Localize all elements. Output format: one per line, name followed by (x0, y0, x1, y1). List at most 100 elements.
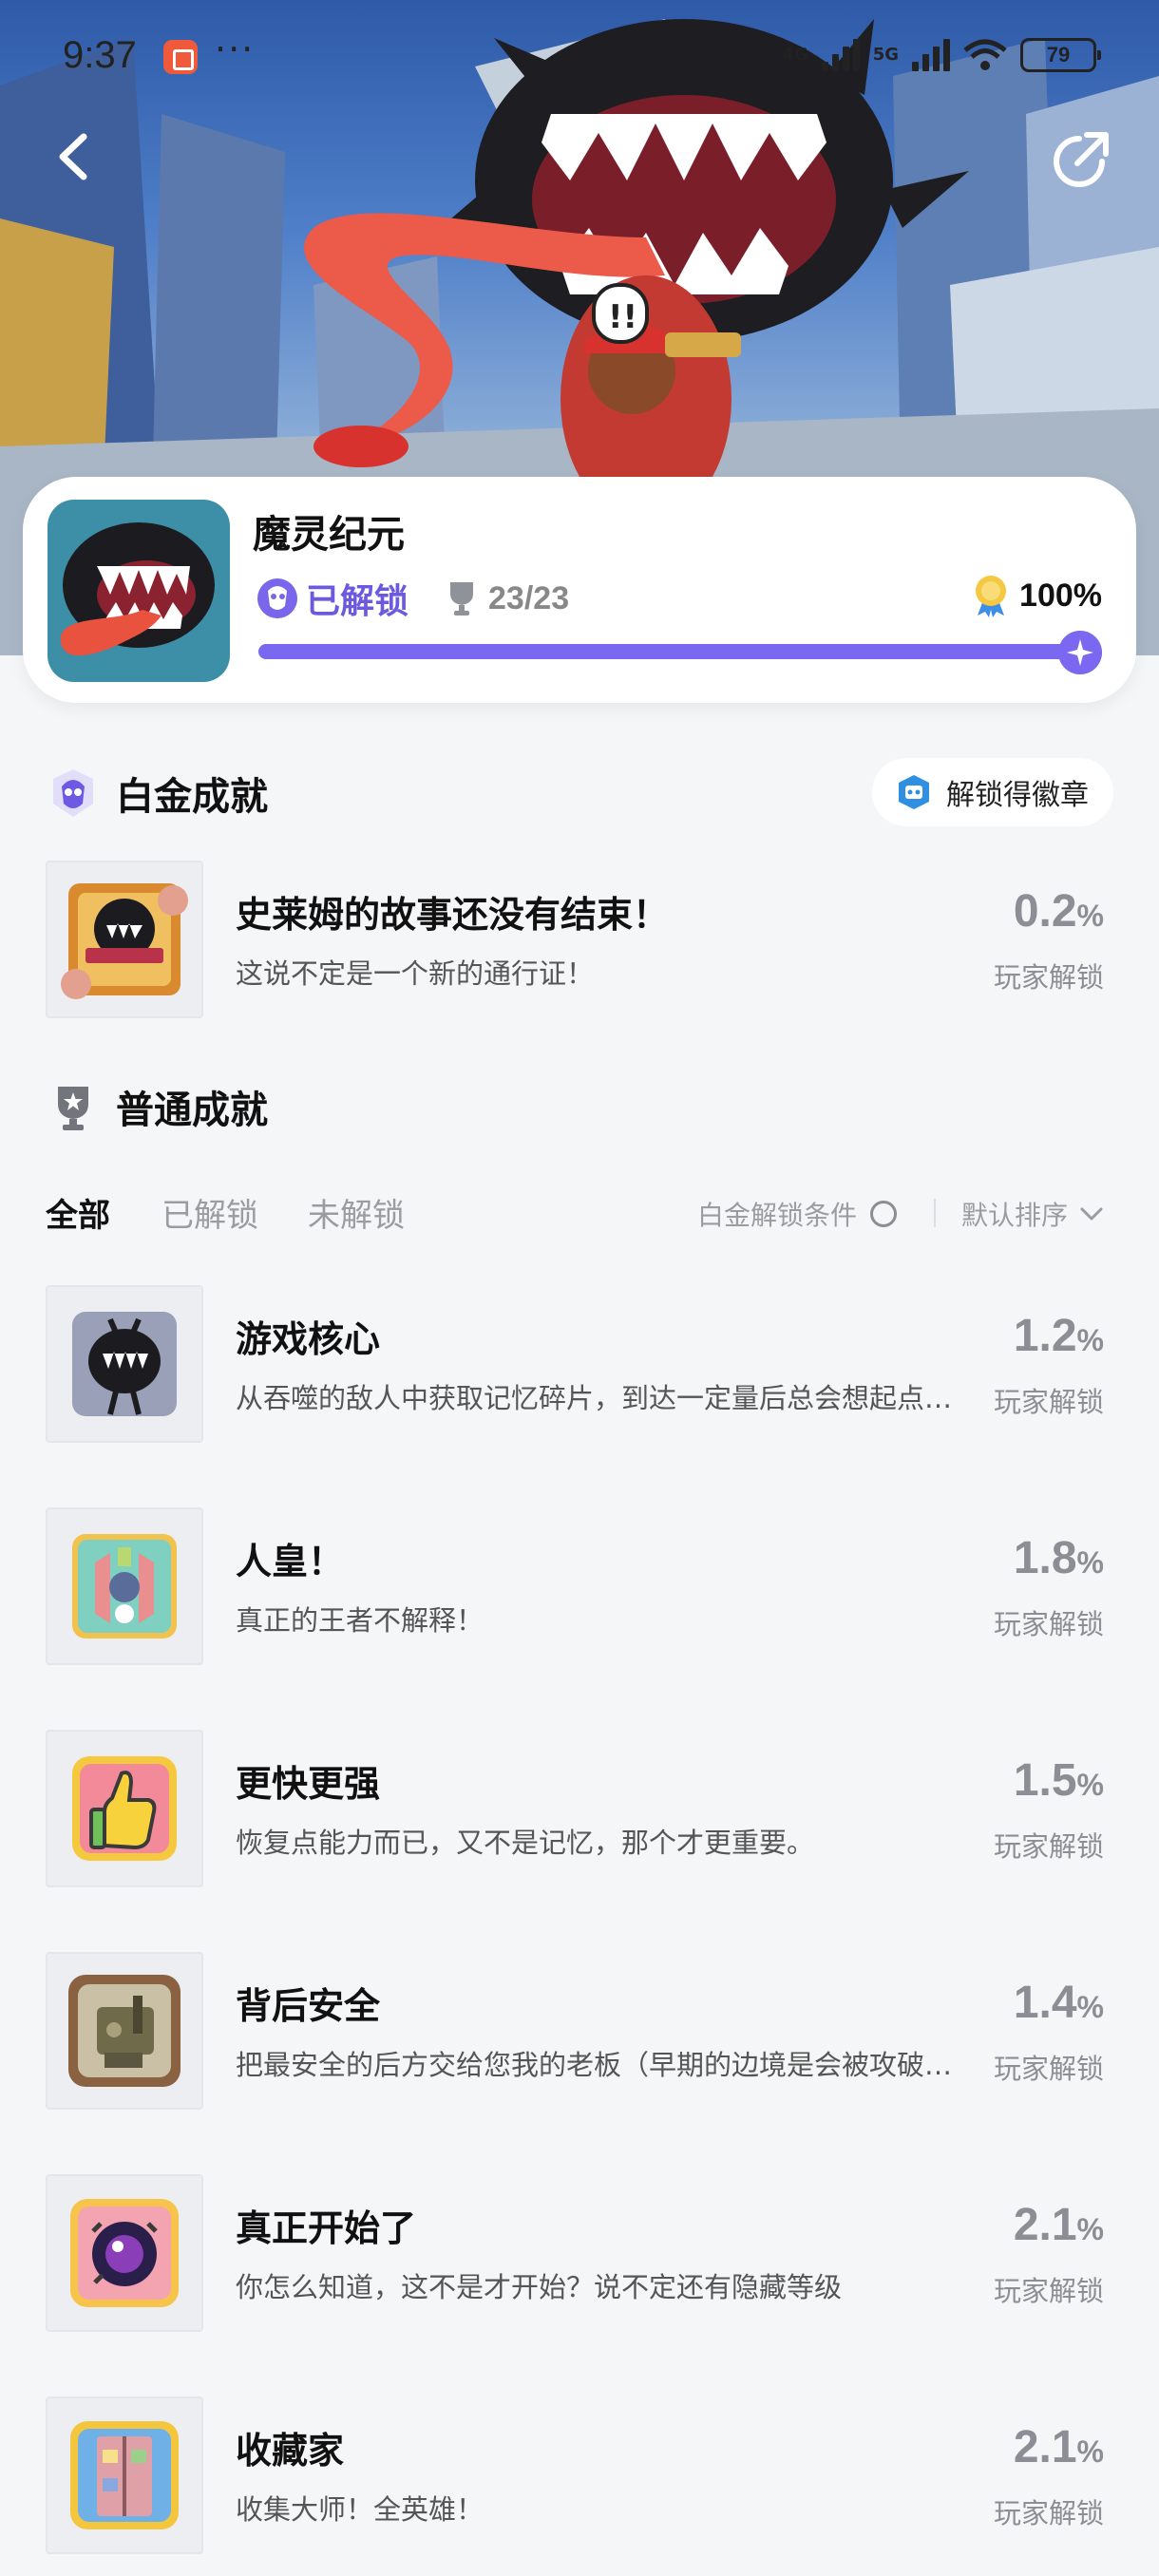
normal-section-header: 普通成就 (46, 1079, 268, 1134)
rate-unit: % (1076, 1768, 1104, 1802)
battery-icon: 79 (1020, 38, 1101, 72)
rate-unit: % (1076, 1990, 1104, 2024)
svg-text:!!: !! (608, 298, 637, 336)
rate-value: 1.5 (1013, 1755, 1077, 1806)
unlock-status: 已解锁 (306, 582, 409, 621)
rate-value: 1.8 (1013, 1533, 1077, 1583)
achievement-thumbnail (46, 1507, 203, 1665)
slime-ticket-icon (61, 883, 188, 999)
achievement-rate-caption: 玩家解锁 (993, 1608, 1104, 1640)
trophy-count: 23/23 (488, 579, 570, 616)
robot-badge-icon (899, 775, 929, 809)
platinum-section-title: 白金成就 (116, 775, 268, 819)
completion-progress-bar (258, 644, 1085, 659)
game-icon[interactable] (48, 500, 230, 682)
achievement-row[interactable]: 背后安全 把最安全的后方交给您我的老板（早期的边境是会被攻破的） 1.4% 玩家… (46, 1952, 1113, 2110)
achievement-unlock-rate: 1.2% (1014, 1310, 1104, 1362)
tab-locked[interactable]: 未解锁 (308, 1189, 405, 1236)
achievement-name: 史莱姆的故事还没有结束！ (236, 894, 670, 936)
achievement-name: 真正开始了 (236, 2207, 417, 2249)
achievement-name: 游戏核心 (236, 1318, 381, 1360)
rate-unit: % (1076, 2212, 1104, 2246)
medal-icon (976, 576, 1007, 617)
unlock-badge-label: 解锁得徽章 (946, 779, 1089, 812)
unlock-badge-button[interactable]: 解锁得徽章 (872, 758, 1113, 826)
tab-all[interactable]: 全部 (46, 1189, 110, 1236)
radio-circle-icon (870, 1201, 898, 1227)
achievement-rate-caption: 玩家解锁 (993, 2497, 1104, 2529)
sort-label: 默认排序 (961, 1200, 1069, 1231)
rate-unit: % (1076, 1545, 1104, 1580)
sparkle-icon (1058, 631, 1102, 674)
achievement-thumbnail (46, 861, 203, 1018)
completion-summary: 100% (972, 574, 1102, 617)
platinum-badge-icon (257, 578, 297, 618)
signal-2-icon (912, 39, 950, 71)
achievement-unlock-rate: 2.1% (1014, 2199, 1104, 2251)
rate-unit: % (1076, 899, 1104, 933)
achievement-thumbnail (46, 1730, 203, 1887)
achievement-rate-caption: 玩家解锁 (993, 1386, 1104, 1418)
achievement-description: 收集大师！全英雄！ (236, 2493, 484, 2526)
achievement-description: 这说不定是一个新的通行证！ (236, 957, 595, 990)
game-summary-card: 魔灵纪元 已解锁 23/23 100% (23, 477, 1136, 703)
rate-value: 2.1 (1013, 2422, 1077, 2472)
achievement-description: 你怎么知道，这不是才开始？说不定还有隐藏等级 (236, 2271, 843, 2303)
unlock-summary: 已解锁 23/23 (256, 574, 569, 623)
achievement-name: 人皇！ (236, 1541, 345, 1582)
game-core-icon (72, 1312, 177, 1416)
collector-cabinet-icon (70, 2421, 179, 2529)
share-icon[interactable] (1045, 123, 1117, 196)
status-time: 9:37 (63, 34, 137, 76)
achievement-rate-caption: 玩家解锁 (993, 1830, 1104, 1863)
achievement-name: 背后安全 (236, 1985, 381, 2027)
achievement-thumbnail (46, 1285, 203, 1443)
status-bar: 9:37 ··· 4G 5G 79 (0, 0, 1159, 114)
rate-value: 0.2 (1013, 886, 1077, 937)
wifi-icon (963, 39, 1007, 70)
platinum-condition-label: 白金解锁条件 (697, 1200, 858, 1231)
platinum-section-header: 白金成就 (46, 766, 268, 821)
trophy-star-icon (58, 1087, 88, 1130)
network-5g-label: 5G (872, 45, 899, 65)
rate-value: 1.2 (1013, 1311, 1077, 1361)
achievement-thumbnail (46, 2396, 203, 2554)
rate-value: 1.4 (1013, 1978, 1077, 2028)
normal-section-title: 普通成就 (116, 1089, 268, 1132)
back-arrow-icon[interactable] (42, 123, 108, 190)
achievement-name: 收藏家 (236, 2430, 345, 2472)
network-4g-label: 4G (782, 45, 808, 65)
platinum-achievement-row[interactable]: 史莱姆的故事还没有结束！ 这说不定是一个新的通行证！ 0.2% 玩家解锁 (46, 861, 1113, 1018)
rate-unit: % (1076, 2434, 1104, 2469)
signal-1-icon (821, 39, 860, 71)
achievement-description: 把最安全的后方交给您我的老板（早期的边境是会被攻破的） (236, 2049, 967, 2081)
achievement-rate-caption: 玩家解锁 (993, 2275, 1104, 2307)
filter-divider (934, 1199, 936, 1227)
rate-unit: % (1076, 1323, 1104, 1357)
platinum-condition-filter[interactable]: 白金解锁条件 (697, 1195, 898, 1233)
achievement-thumbnail (46, 2174, 203, 2332)
achievement-row[interactable]: 人皇！ 真正的王者不解释！ 1.8% 玩家解锁 (46, 1507, 1113, 1665)
achievement-description: 恢复点能力而已，又不是记忆，那个才更重要。 (236, 1827, 815, 1859)
completion-progress-fill (258, 644, 1085, 659)
achievement-row[interactable]: 真正开始了 你怎么知道，这不是才开始？说不定还有隐藏等级 2.1% 玩家解锁 (46, 2174, 1113, 2332)
achievement-unlock-rate: 1.8% (1014, 1532, 1104, 1584)
achievement-row[interactable]: 游戏核心 从吞噬的敌人中获取记忆碎片，到达一定量后总会想起点什么 1.2% 玩家… (46, 1285, 1113, 1443)
achievement-thumbnail (46, 1952, 203, 2110)
achievement-unlock-rate: 1.4% (1014, 1977, 1104, 2029)
achievement-unlock-rate: 1.5% (1014, 1754, 1104, 1807)
more-notifications-icon: ··· (215, 28, 256, 70)
tab-unlocked[interactable]: 已解锁 (162, 1189, 258, 1236)
status-indicators: 4G 5G 79 (782, 38, 1101, 72)
achievement-row[interactable]: 收藏家 收集大师！全英雄！ 2.1% 玩家解锁 (46, 2396, 1113, 2554)
achievement-description: 从吞噬的敌人中获取记忆碎片，到达一定量后总会想起点什么 (236, 1382, 967, 1414)
achievement-rate-caption: 玩家解锁 (993, 961, 1104, 994)
app-notification-icon (163, 40, 198, 74)
galaxy-orb-icon (70, 2199, 179, 2307)
achievement-name: 更快更强 (236, 1763, 381, 1805)
achievement-rate-caption: 玩家解锁 (993, 2053, 1104, 2085)
trophy-icon (450, 582, 474, 616)
achievement-unlock-rate: 2.1% (1014, 2421, 1104, 2473)
achievement-row[interactable]: 更快更强 恢复点能力而已，又不是记忆，那个才更重要。 1.5% 玩家解锁 (46, 1730, 1113, 1887)
sort-dropdown[interactable]: 默认排序 (961, 1195, 1104, 1233)
